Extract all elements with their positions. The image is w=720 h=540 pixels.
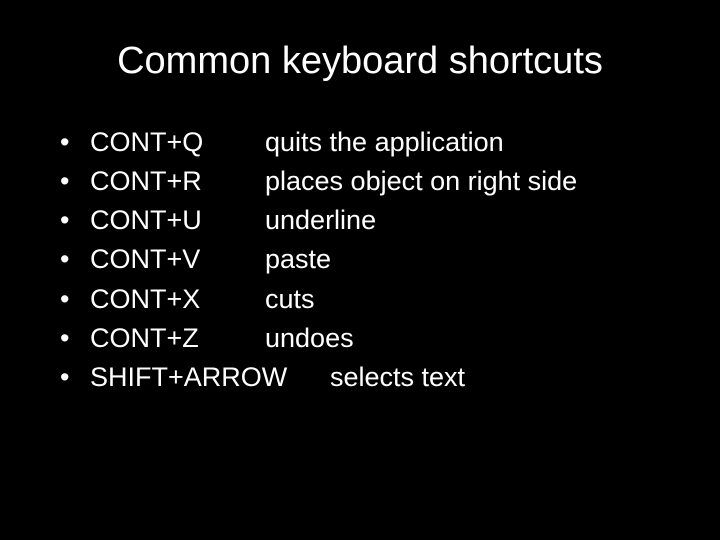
bullet-icon: • — [60, 162, 90, 201]
shortcut-description: selects text — [330, 358, 465, 397]
item-content: CONT+Z undoes — [90, 319, 670, 358]
shortcut-key: CONT+Z — [90, 319, 265, 358]
shortcut-key: CONT+V — [90, 240, 265, 279]
item-content: CONT+U underline — [90, 201, 670, 240]
item-content: CONT+Q quits the application — [90, 123, 670, 162]
item-content: CONT+V paste — [90, 240, 670, 279]
shortcut-description: underline — [265, 201, 376, 240]
list-item: • CONT+Z undoes — [60, 319, 670, 358]
shortcut-description: quits the application — [265, 123, 504, 162]
shortcut-key: CONT+X — [90, 280, 265, 319]
shortcut-description: places object on right side — [265, 162, 577, 201]
slide-title: Common keyboard shortcuts — [50, 40, 670, 83]
shortcut-key: SHIFT+ARROW — [90, 358, 330, 397]
item-content: SHIFT+ARROW selects text — [90, 358, 670, 397]
shortcut-key: CONT+R — [90, 162, 265, 201]
bullet-icon: • — [60, 201, 90, 240]
list-item: • CONT+X cuts — [60, 280, 670, 319]
shortcut-description: cuts — [265, 280, 315, 319]
list-item: • CONT+V paste — [60, 240, 670, 279]
item-content: CONT+X cuts — [90, 280, 670, 319]
shortcut-description: paste — [265, 240, 331, 279]
shortcut-list: • CONT+Q quits the application • CONT+R … — [50, 123, 670, 397]
shortcut-key: CONT+Q — [90, 123, 265, 162]
bullet-icon: • — [60, 358, 90, 397]
bullet-icon: • — [60, 240, 90, 279]
list-item: • CONT+Q quits the application — [60, 123, 670, 162]
bullet-icon: • — [60, 280, 90, 319]
shortcut-key: CONT+U — [90, 201, 265, 240]
list-item: • SHIFT+ARROW selects text — [60, 358, 670, 397]
bullet-icon: • — [60, 123, 90, 162]
list-item: • CONT+R places object on right side — [60, 162, 670, 201]
item-content: CONT+R places object on right side — [90, 162, 670, 201]
shortcut-description: undoes — [265, 319, 354, 358]
list-item: • CONT+U underline — [60, 201, 670, 240]
slide: Common keyboard shortcuts • CONT+Q quits… — [0, 0, 720, 540]
bullet-icon: • — [60, 319, 90, 358]
